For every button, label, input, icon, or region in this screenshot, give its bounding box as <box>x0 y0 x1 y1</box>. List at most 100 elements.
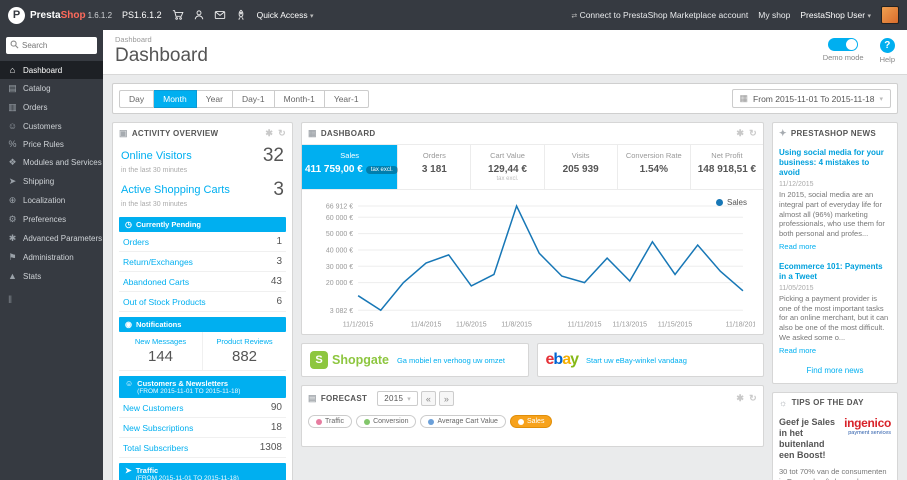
modules-and-services-icon: ❖ <box>8 157 17 167</box>
sidebar-item-customers[interactable]: ☺ Customers <box>0 117 103 135</box>
breadcrumb: Dashboard <box>115 35 152 44</box>
shopgate-banner[interactable]: S Shopgate Ga mobiel en verhoog uw omzet <box>301 343 529 378</box>
catalog-icon: ▤ <box>8 83 17 93</box>
gear-icon[interactable]: ✱ <box>736 393 744 404</box>
shopgate-logo: S Shopgate <box>310 351 389 370</box>
demo-mode-toggle[interactable] <box>828 38 859 51</box>
range-button-month[interactable]: Month <box>154 89 197 108</box>
kpi-value: 148 918,51 € <box>697 164 757 175</box>
active-carts-value: 3 <box>273 179 284 200</box>
range-button-month-1[interactable]: Month-1 <box>274 89 325 108</box>
kpi-conversion-rate[interactable]: Conversion Rate 1.54% <box>618 145 691 189</box>
sidebar-search[interactable] <box>6 37 97 54</box>
range-button-day-1[interactable]: Day-1 <box>232 89 275 108</box>
marketplace-link-label: Connect to PrestaShop Marketplace accoun… <box>579 10 749 20</box>
sidebar-item-localization[interactable]: ⊕ Localization <box>0 191 103 210</box>
kpi-label: Sales <box>340 151 360 160</box>
sidebar-item-administration[interactable]: ⚑ Administration <box>0 248 103 267</box>
forecast-next-button[interactable]: » <box>439 391 455 407</box>
shopgate-link[interactable]: Ga mobiel en verhoog uw omzet <box>397 356 505 365</box>
news-headline-link[interactable]: Using social media for your business: 4 … <box>779 148 891 178</box>
forecast-prev-button[interactable]: « <box>421 391 437 407</box>
find-more-news-link[interactable]: Find more news <box>773 362 897 383</box>
range-button-year-1[interactable]: Year-1 <box>324 89 369 108</box>
ebay-banner[interactable]: ebay Start uw eBay-winkel vandaag <box>536 343 764 378</box>
kpi-net-profit[interactable]: Net Profit 148 918,51 € <box>691 145 763 189</box>
range-button-year[interactable]: Year <box>196 89 233 108</box>
forecast-legend-average-cart-value[interactable]: Average Cart Value <box>420 415 506 429</box>
range-button-group: Day Month Year Day-1 Month-1 Year-1 <box>119 89 369 108</box>
gear-icon[interactable]: ✱ <box>265 128 273 139</box>
customers-row-label[interactable]: New Subscriptions <box>123 423 193 433</box>
tax-toggle[interactable]: tax excl. <box>365 166 398 174</box>
page-header: Dashboard Dashboard Demo mode ? Help <box>103 30 907 75</box>
customers-title: Customers & Newsletters <box>137 379 229 388</box>
pending-row-label[interactable]: Return/Exchanges <box>123 257 193 267</box>
sidebar-item-advanced-parameters[interactable]: ✱ Advanced Parameters <box>0 229 103 248</box>
messages-icon[interactable] <box>214 9 226 21</box>
range-button-day[interactable]: Day <box>119 89 155 108</box>
refresh-icon[interactable]: ↻ <box>749 393 757 404</box>
forecast-legend-conversion[interactable]: Conversion <box>356 415 417 429</box>
chart-legend[interactable]: Sales <box>715 198 747 207</box>
notification-cell-product-reviews[interactable]: Product Reviews 882 <box>202 332 286 370</box>
activity-icon: ▣ <box>119 128 128 138</box>
marketplace-link[interactable]: ⇄ Connect to PrestaShop Marketplace acco… <box>571 10 748 20</box>
sidebar-item-stats[interactable]: ▲ Stats <box>0 267 103 285</box>
kpi-visits[interactable]: Visits 205 939 <box>545 145 618 189</box>
kpi-value: 205 939 <box>562 164 599 175</box>
prestashop-logo[interactable]: P PrestaShop 1.6.1.2 <box>8 6 112 24</box>
news-headline-link[interactable]: Ecommerce 101: Payments in a Tweet <box>779 262 891 282</box>
forecast-legend-label: Average Cart Value <box>437 418 498 426</box>
date-range-picker[interactable]: ▦ From 2015-11-01 To 2015-11-18 ▾ <box>731 89 891 108</box>
avatar[interactable] <box>881 6 899 24</box>
sidebar-item-catalog[interactable]: ▤ Catalog <box>0 79 103 98</box>
ebay-link[interactable]: Start uw eBay-winkel vandaag <box>586 356 687 365</box>
quick-access-menu[interactable]: Quick Access ▾ <box>257 10 314 20</box>
topbar-icons <box>172 9 247 21</box>
svg-text:11/13/2015: 11/13/2015 <box>613 321 648 328</box>
forecast-year-select[interactable]: 2015 ▾ <box>377 391 419 407</box>
collapse-menu-icon[interactable]: ‖ <box>0 285 103 316</box>
notification-cell-new-messages[interactable]: New Messages 144 <box>119 332 202 370</box>
sidebar-item-modules-and-services[interactable]: ❖ Modules and Services <box>0 153 103 172</box>
orders-icon: ▥ <box>8 102 17 112</box>
active-carts-link[interactable]: Active Shopping Carts <box>121 184 230 196</box>
customers-row-label[interactable]: Total Subscribers <box>123 443 188 453</box>
svg-text:20 000 €: 20 000 € <box>326 280 353 287</box>
sales-chart[interactable]: 66 912 € 60 000 € 50 000 € 40 000 € 30 000 €… <box>310 196 755 332</box>
sidebar-item-preferences[interactable]: ⚙ Preferences <box>0 210 103 229</box>
kpi-orders[interactable]: Orders 3 181 <box>398 145 472 189</box>
refresh-icon[interactable]: ↻ <box>749 128 757 139</box>
quick-access-label: Quick Access <box>256 10 308 20</box>
forecast-legend-traffic[interactable]: Traffic <box>308 415 353 429</box>
read-more-link[interactable]: Read more <box>779 242 816 251</box>
my-shop-link[interactable]: My shop <box>758 10 790 20</box>
ingenico-logo[interactable]: ingenico payment services <box>844 417 891 436</box>
sidebar-item-dashboard[interactable]: ⌂ Dashboard <box>0 61 103 79</box>
traffic-icon: ➤ <box>125 466 132 475</box>
sidebar-item-price-rules[interactable]: % Price Rules <box>0 135 103 153</box>
svg-text:11/11/2015: 11/11/2015 <box>567 321 601 328</box>
user-menu[interactable]: PrestaShop User ▾ <box>800 10 871 20</box>
gear-icon[interactable]: ✱ <box>736 128 744 139</box>
customers-row-label[interactable]: New Customers <box>123 403 183 413</box>
pending-row-label[interactable]: Abandoned Carts <box>123 277 189 287</box>
rocket-icon[interactable] <box>235 9 247 21</box>
cart-icon[interactable] <box>172 9 184 21</box>
pending-row-label[interactable]: Orders <box>123 237 149 247</box>
sidebar-item-shipping[interactable]: ➤ Shipping <box>0 172 103 191</box>
chevron-down-icon: ▾ <box>407 395 412 403</box>
refresh-icon[interactable]: ↻ <box>278 128 286 139</box>
search-input[interactable] <box>22 41 92 50</box>
pending-row-label[interactable]: Out of Stock Products <box>123 297 206 307</box>
online-visitors-link[interactable]: Online Visitors <box>121 150 192 162</box>
sidebar-item-orders[interactable]: ▥ Orders <box>0 98 103 117</box>
kpi-sales[interactable]: Sales 411 759,00 € tax excl. <box>302 145 399 189</box>
help-icon[interactable]: ? <box>879 38 895 53</box>
dashboard-icon: ⌂ <box>9 65 16 75</box>
kpi-cart-value[interactable]: Cart Value 129,44 € tax excl. <box>471 145 545 189</box>
forecast-legend-sales[interactable]: Sales <box>509 415 553 429</box>
customer-icon[interactable] <box>193 9 205 21</box>
read-more-link[interactable]: Read more <box>779 346 816 355</box>
